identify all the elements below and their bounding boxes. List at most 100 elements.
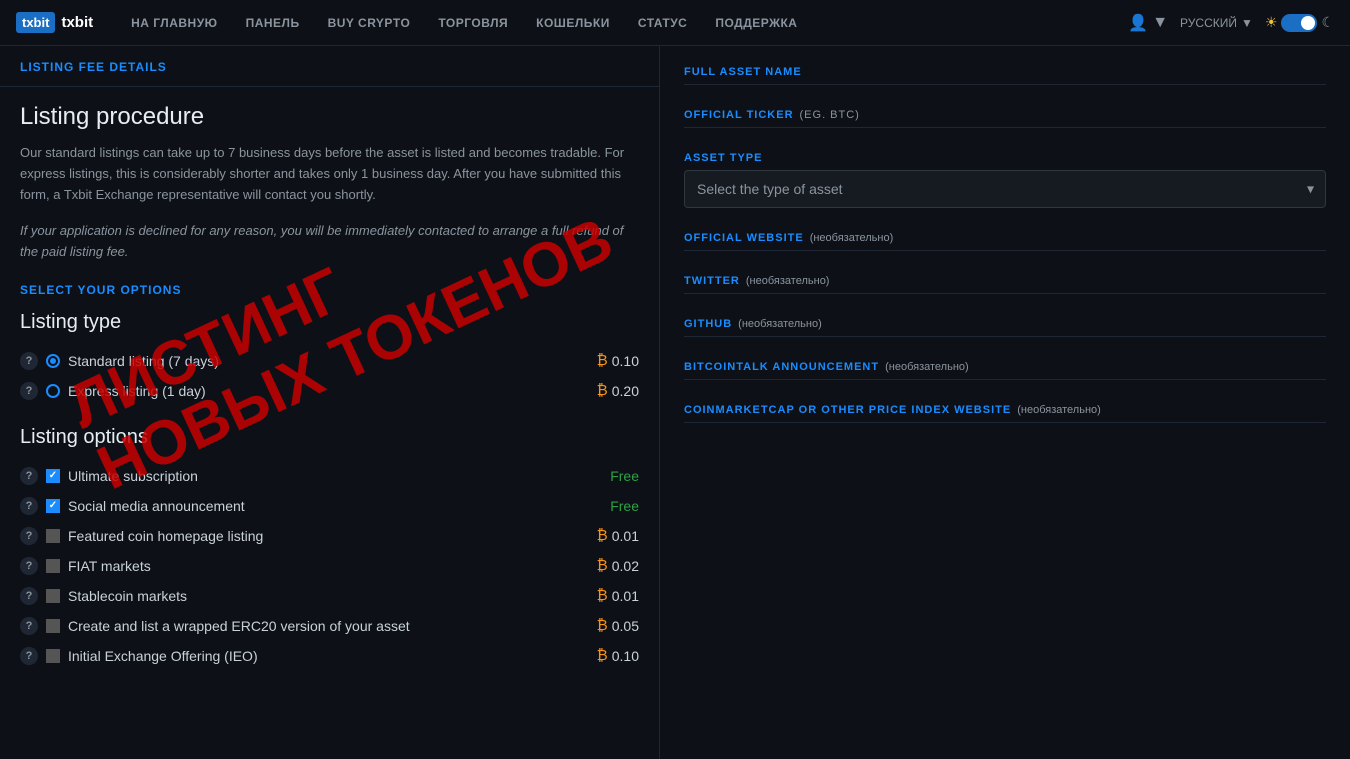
field-label-asset-type: ASSET TYPE <box>684 152 1326 164</box>
field-divider-bitcointalk <box>684 379 1326 380</box>
moon-icon: ☾ <box>1321 14 1334 31</box>
option-price-stablecoin: ₿ 0.01 <box>597 587 639 604</box>
field-divider-full-asset-name <box>684 84 1326 85</box>
checkbox-fiat[interactable] <box>46 559 60 573</box>
field-label-full-asset-name: FULL ASSET NAME <box>684 66 1326 78</box>
field-divider-official-website <box>684 250 1326 251</box>
option-price-ultimate: Free <box>610 468 639 484</box>
option-label-featured: Featured coin homepage listing <box>68 528 589 544</box>
navbar: txbit txbit НА ГЛАВНУЮПАНЕЛЬBUY CRYPTOТО… <box>0 0 1350 46</box>
optional-text-github: (необязательно) <box>738 318 822 330</box>
help-icon-fiat[interactable]: ? <box>20 557 38 575</box>
field-divider-twitter <box>684 293 1326 294</box>
optional-text-bitcointalk: (необязательно) <box>885 361 969 373</box>
field-divider-coinmarketcap <box>684 422 1326 423</box>
field-label-coinmarketcap: COINMARKETCAP OR OTHER PRICE INDEX WEBSI… <box>684 404 1326 416</box>
optional-text-official-website: (необязательно) <box>810 232 894 244</box>
right-panel: FULL ASSET NAME OFFICIAL TICKER (EG. BTC)… <box>660 46 1350 759</box>
theme-toggle[interactable]: ☀ ☾ <box>1265 14 1334 32</box>
listing-option-row-ieo[interactable]: ?Initial Exchange Offering (IEO)₿ 0.10 <box>20 641 639 671</box>
option-label-fiat: FIAT markets <box>68 558 589 574</box>
listing-option-row-ultimate[interactable]: ? ✓ Ultimate subscription Free <box>20 461 639 491</box>
nav-link-buy-crypto[interactable]: BUY CRYPTO <box>314 0 425 46</box>
left-content: ЛИСТИНГ НОВЫХ ТОКЕНОВ Listing procedure … <box>0 87 659 687</box>
select-wrapper-asset-type: Select the type of assetCoinTokenStablec… <box>684 170 1326 208</box>
checkbox-featured[interactable] <box>46 529 60 543</box>
field-official-ticker: OFFICIAL TICKER (EG. BTC) <box>684 109 1326 128</box>
optional-text-twitter: (необязательно) <box>746 275 830 287</box>
nav-link-trading[interactable]: ТОРГОВЛЯ <box>424 0 522 46</box>
field-github: GITHUB (необязательно) <box>684 318 1326 337</box>
logo-icon: txbit <box>16 12 55 33</box>
help-icon-express[interactable]: ? <box>20 382 38 400</box>
listing-option-row-social[interactable]: ?✓Social media announcementFree <box>20 491 639 521</box>
page-container: LISTING FEE DETAILS ЛИСТИНГ НОВЫХ ТОКЕНО… <box>0 46 1350 759</box>
navbar-right: 👤 ▼ РУССКИЙ ▼ ☀ ☾ <box>1128 13 1334 33</box>
field-divider-github <box>684 336 1326 337</box>
field-label-bitcointalk: BITCOINTALK ANNOUNCEMENT (необязательно) <box>684 361 1326 373</box>
option-price-social: Free <box>610 498 639 514</box>
option-price-express: ₿ 0.20 <box>597 382 639 399</box>
option-price-standard: ₿ 0.10 <box>597 352 639 369</box>
language-button[interactable]: РУССКИЙ ▼ <box>1180 16 1253 30</box>
option-price-featured: ₿ 0.01 <box>597 527 639 544</box>
listing-types-container: ? Standard listing (7 days) ₿ 0.10? Express… <box>20 346 639 406</box>
field-divider-official-ticker <box>684 127 1326 128</box>
help-icon-ieo[interactable]: ? <box>20 647 38 665</box>
radio-standard[interactable] <box>46 354 60 368</box>
checkbox-social[interactable]: ✓ <box>46 499 60 513</box>
help-icon-erc20[interactable]: ? <box>20 617 38 635</box>
help-icon-featured[interactable]: ? <box>20 527 38 545</box>
field-bitcointalk: BITCOINTALK ANNOUNCEMENT (необязательно) <box>684 361 1326 380</box>
checkbox-ieo[interactable] <box>46 649 60 663</box>
section-header-title: LISTING FEE DETAILS <box>20 60 167 74</box>
nav-link-status[interactable]: СТАТУС <box>624 0 701 46</box>
listing-type-row-express[interactable]: ? Express listing (1 day) ₿ 0.20 <box>20 376 639 406</box>
option-label-stablecoin: Stablecoin markets <box>68 588 589 604</box>
select-asset-type[interactable]: Select the type of assetCoinTokenStablec… <box>684 170 1326 208</box>
listing-procedure-desc: Our standard listings can take up to 7 b… <box>20 143 639 205</box>
help-icon-stablecoin[interactable]: ? <box>20 587 38 605</box>
nav-link-home[interactable]: НА ГЛАВНУЮ <box>117 0 231 46</box>
checkbox-stablecoin[interactable] <box>46 589 60 603</box>
language-label: РУССКИЙ <box>1180 16 1237 30</box>
logo-text: txbit <box>61 14 93 31</box>
option-label-ultimate: Ultimate subscription <box>68 468 602 484</box>
field-label-twitter: TWITTER (необязательно) <box>684 275 1326 287</box>
listing-option-row-stablecoin[interactable]: ? Stablecoin markets ₿ 0.01 <box>20 581 639 611</box>
help-icon-standard[interactable]: ? <box>20 352 38 370</box>
listing-option-row-featured[interactable]: ? Featured coin homepage listing ₿ 0.01 <box>20 521 639 551</box>
nav-links: НА ГЛАВНУЮПАНЕЛЬBUY CRYPTOТОРГОВЛЯКОШЕЛЬ… <box>117 0 1128 46</box>
select-options-label: SELECT YOUR OPTIONS <box>20 283 639 297</box>
help-icon-social[interactable]: ? <box>20 497 38 515</box>
section-header-bar: LISTING FEE DETAILS <box>0 46 659 87</box>
user-arrow-icon: ▼ <box>1152 14 1168 32</box>
option-label-ieo: Initial Exchange Offering (IEO) <box>68 648 589 664</box>
logo[interactable]: txbit txbit <box>16 12 93 33</box>
field-official-website: OFFICIAL WEBSITE (необязательно) <box>684 232 1326 251</box>
user-icon: 👤 <box>1128 13 1148 33</box>
nav-link-panel[interactable]: ПАНЕЛЬ <box>232 0 314 46</box>
nav-link-wallets[interactable]: КОШЕЛЬКИ <box>522 0 624 46</box>
nav-link-support[interactable]: ПОДДЕРЖКА <box>701 0 811 46</box>
option-label-erc20: Create and list a wrapped ERC20 version … <box>68 618 589 634</box>
listing-option-row-erc20[interactable]: ? Create and list a wrapped ERC20 version… <box>20 611 639 641</box>
help-icon-ultimate[interactable]: ? <box>20 467 38 485</box>
field-coinmarketcap: COINMARKETCAP OR OTHER PRICE INDEX WEBSI… <box>684 404 1326 423</box>
listing-options-container: ?✓Ultimate subscriptionFree?✓Social medi… <box>20 461 639 671</box>
checkbox-erc20[interactable] <box>46 619 60 633</box>
option-label-express: Express listing (1 day) <box>68 383 589 399</box>
user-menu-button[interactable]: 👤 ▼ <box>1128 13 1168 33</box>
listing-option-row-fiat[interactable]: ?FIAT markets₿ 0.02 <box>20 551 639 581</box>
form-fields-container: FULL ASSET NAME OFFICIAL TICKER (EG. BTC)… <box>684 66 1326 423</box>
radio-express[interactable] <box>46 384 60 398</box>
field-full-asset-name: FULL ASSET NAME <box>684 66 1326 85</box>
checkbox-ultimate[interactable]: ✓ <box>46 469 60 483</box>
lang-arrow-icon: ▼ <box>1241 16 1253 30</box>
sun-icon: ☀ <box>1265 14 1278 31</box>
option-label-standard: Standard listing (7 days) <box>68 353 589 369</box>
listing-type-row-standard[interactable]: ? Standard listing (7 days) ₿ 0.10 <box>20 346 639 376</box>
left-panel: LISTING FEE DETAILS ЛИСТИНГ НОВЫХ ТОКЕНО… <box>0 46 660 759</box>
theme-toggle-switch[interactable] <box>1281 14 1317 32</box>
listing-options-title: Listing options <box>20 426 639 449</box>
